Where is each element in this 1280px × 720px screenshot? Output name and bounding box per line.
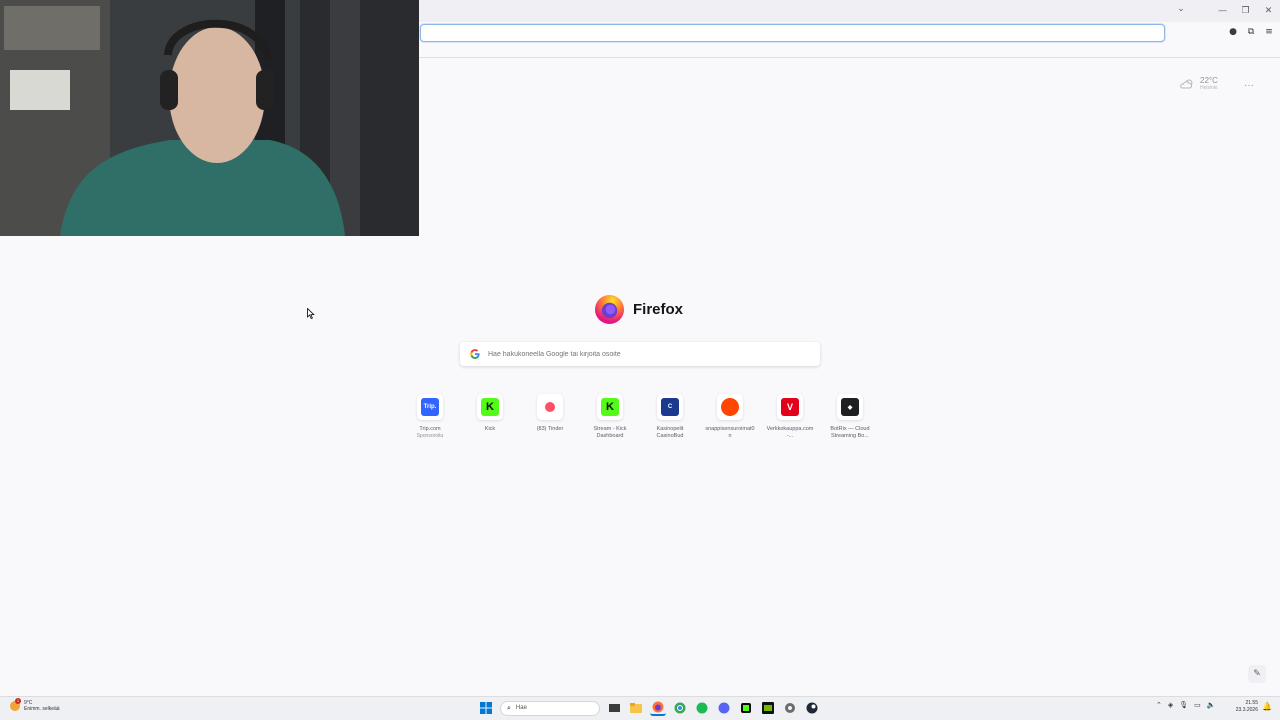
account-icon[interactable]: ● (1228, 26, 1238, 38)
restore-icon[interactable]: ❐ (1234, 0, 1257, 22)
weather-text: 22°C Helsinki (1200, 76, 1218, 92)
site-favicon-icon: ◆ (841, 398, 859, 416)
taskbar-weather-desc: Enimm. selkeää (24, 706, 60, 712)
google-icon (470, 349, 480, 359)
microphone-icon[interactable]: 🎙 (1179, 701, 1188, 709)
top-site-label: BotRix — Cloud Streaming Bo... (830, 426, 870, 439)
search-input[interactable] (488, 350, 808, 358)
taskbar-apps: ⌕ Hae (478, 700, 820, 716)
weather-options-icon[interactable]: ··· (1244, 80, 1254, 91)
firefox-icon (594, 294, 625, 325)
app-settings-icon[interactable] (782, 700, 798, 716)
top-sites: Trip. Trip.com Sponsoroitu K Kick (83) Tinder… (400, 394, 880, 440)
chrome-icon[interactable] (672, 700, 688, 716)
weather-temperature: 22°C (1200, 76, 1218, 85)
top-site[interactable]: Trip. Trip.com Sponsoroitu (400, 394, 460, 440)
network-shield-icon[interactable]: ◈ (1168, 701, 1173, 709)
top-site[interactable]: K Stream - Kick Dashboard (580, 394, 640, 440)
weather-location: Helsinki (1200, 85, 1218, 91)
top-site[interactable]: K Kick (460, 394, 520, 440)
toolbar-icons: ● ⧉ ≡ (1228, 26, 1274, 38)
weather-widget[interactable]: 22°C Helsinki (1180, 76, 1218, 92)
top-site-tile[interactable]: K (477, 394, 503, 420)
top-site-sponsored-label: Sponsoroitu (416, 433, 444, 439)
site-favicon-icon: Trip. (421, 398, 439, 416)
window-controls: — ❐ ✕ (1211, 0, 1280, 22)
taskbar-weather[interactable]: 1 9°C Enimm. selkeää (10, 698, 60, 712)
extensions-icon[interactable]: ⧉ (1246, 26, 1256, 38)
logo-wordmark: Firefox (633, 301, 684, 318)
site-favicon-icon: V (781, 398, 799, 416)
top-site-label: snappisensuroimat0n (705, 426, 755, 439)
close-icon[interactable]: ✕ (1257, 0, 1280, 22)
sun-icon: 1 (10, 698, 21, 711)
taskbar-clock[interactable]: 21.55 23.3.2026 (1232, 700, 1258, 714)
search-box[interactable] (460, 342, 820, 366)
top-site[interactable]: ◆ BotRix — Cloud Streaming Bo... (820, 394, 880, 440)
customize-pencil-icon[interactable]: ✎ (1248, 665, 1266, 683)
site-favicon-icon: K (601, 398, 619, 416)
start-windows-icon[interactable] (478, 700, 494, 716)
top-site-tile[interactable]: K (597, 394, 623, 420)
minimize-icon[interactable]: — (1211, 0, 1234, 22)
top-site-tile[interactable]: ◆ (837, 394, 863, 420)
mouse-cursor-icon (307, 308, 315, 319)
steam-icon[interactable] (804, 700, 820, 716)
address-input[interactable] (421, 27, 1164, 43)
taskbar-weather-text: 9°C Enimm. selkeää (24, 700, 60, 712)
notifications-bell-icon[interactable]: 🔔 (1262, 702, 1272, 711)
file-explorer-icon[interactable] (628, 700, 644, 716)
discord-icon[interactable] (716, 700, 732, 716)
top-site-tile[interactable] (537, 394, 563, 420)
firefox-logo: Firefox (594, 294, 683, 325)
task-view-icon[interactable] (606, 700, 622, 716)
system-tray: ⌃ ◈ 🎙 ▭ 🔈 (1156, 701, 1216, 709)
top-site-tile[interactable]: V (777, 394, 803, 420)
top-site-tile[interactable] (717, 394, 743, 420)
top-site[interactable]: V Verkkokauppa.com -... (760, 394, 820, 440)
volume-icon[interactable]: 🔈 (1207, 701, 1216, 709)
menu-icon[interactable]: ≡ (1264, 26, 1274, 38)
top-site-label: Kick (484, 426, 496, 432)
top-site-tile[interactable]: C (657, 394, 683, 420)
top-site[interactable]: (83) Tinder (520, 394, 580, 440)
partly-cloudy-icon (1180, 79, 1193, 89)
top-site-tile[interactable]: Trip. (417, 394, 443, 420)
search-icon: ⌕ (507, 703, 511, 712)
top-site-label: Stream - Kick Dashboard (593, 426, 627, 439)
site-favicon-icon (545, 402, 555, 412)
display-icon[interactable]: ▭ (1194, 701, 1201, 709)
kick-taskbar-icon[interactable] (738, 700, 754, 716)
site-favicon-icon: C (661, 398, 679, 416)
list-all-tabs-icon[interactable]: ⌄ (1174, 4, 1188, 18)
spotify-icon[interactable] (694, 700, 710, 716)
site-favicon-icon (721, 398, 739, 416)
top-site[interactable]: snappisensuroimat0n (700, 394, 760, 440)
webcam-overlay (0, 0, 419, 236)
top-site-label: Trip.com (419, 426, 441, 432)
clock-date: 23.3.2026 (1235, 707, 1258, 713)
top-site-label: Verkkokauppa.com -... (766, 426, 814, 439)
nvidia-icon[interactable] (760, 700, 776, 716)
taskbar: 1 9°C Enimm. selkeää ⌕ Hae ⌃ ◈ 🎙 ▭ 🔈 21.… (0, 696, 1280, 720)
notification-badge: 1 (15, 698, 21, 704)
firefox-taskbar-icon[interactable] (650, 700, 666, 716)
clock-time: 21.55 (1245, 700, 1258, 706)
taskbar-search[interactable]: ⌕ Hae (500, 700, 600, 716)
taskbar-search-label: Hae (515, 705, 527, 711)
webcam-image (0, 0, 419, 236)
address-bar[interactable] (420, 24, 1165, 43)
top-site-label: (83) Tinder (536, 426, 564, 432)
top-site-label: Kasinopelit CasinoBud (656, 426, 684, 439)
tray-overflow-icon[interactable]: ⌃ (1156, 701, 1162, 709)
top-site[interactable]: C Kasinopelit CasinoBud (640, 394, 700, 440)
site-favicon-icon: K (481, 398, 499, 416)
